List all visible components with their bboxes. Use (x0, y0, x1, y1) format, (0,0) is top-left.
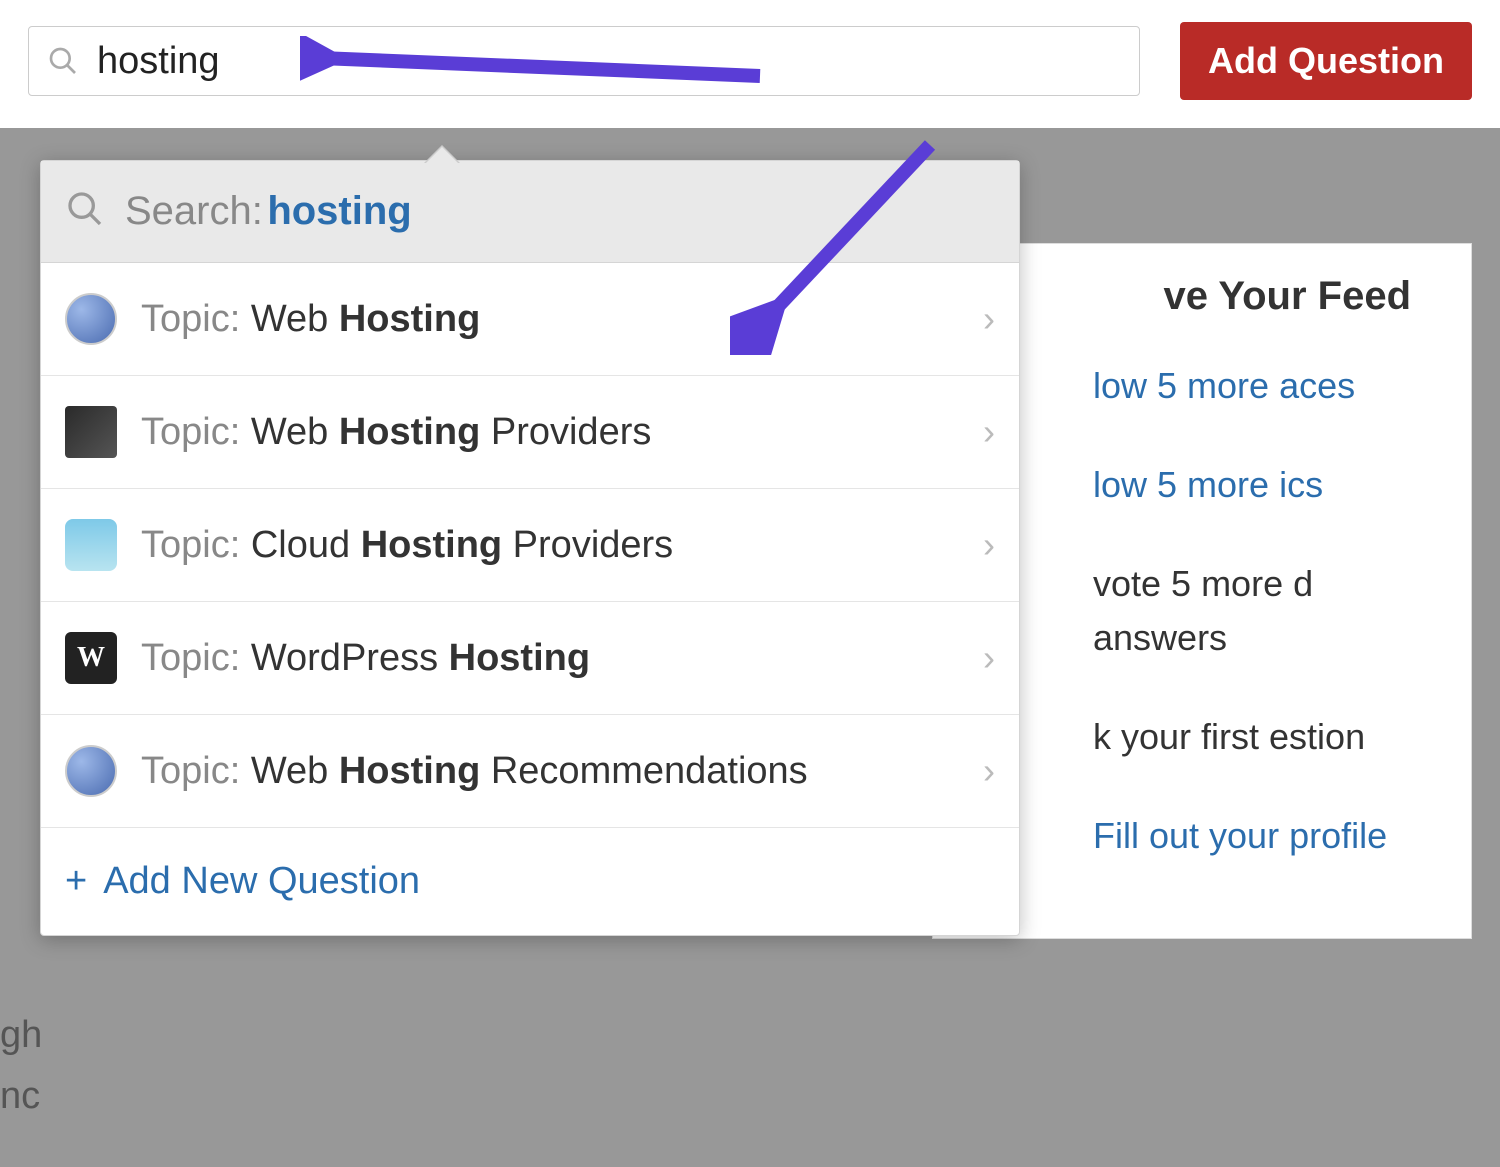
chevron-right-icon: › (983, 411, 995, 453)
sidebar-item[interactable]: low 5 more ics (973, 458, 1431, 512)
search-icon (47, 45, 79, 77)
search-container[interactable] (28, 26, 1140, 96)
topic-label: Topic: Web Hosting Recommendations (141, 750, 959, 793)
top-bar: Add Question (0, 0, 1500, 122)
server-icon (65, 406, 117, 458)
plus-icon: + (65, 860, 87, 903)
topic-label: Topic: WordPress Hosting (141, 637, 959, 680)
search-term-label: hosting (267, 189, 411, 233)
add-question-button[interactable]: Add Question (1180, 22, 1472, 100)
topic-label: Topic: Web Hosting Providers (141, 411, 959, 454)
search-prefix-label: Search: (125, 189, 263, 233)
dropdown-topic-item[interactable]: Topic: Web Hosting Providers › (41, 376, 1019, 489)
topic-label: Topic: Web Hosting (141, 298, 959, 341)
dropdown-topic-item[interactable]: W Topic: WordPress Hosting › (41, 602, 1019, 715)
dropdown-topic-item[interactable]: Topic: Web Hosting Recommendations › (41, 715, 1019, 828)
dropdown-topic-item[interactable]: Topic: Cloud Hosting Providers › (41, 489, 1019, 602)
add-new-question-label: Add New Question (103, 860, 420, 903)
improve-feed-title: ve Your Feed (973, 274, 1431, 319)
globe-icon (65, 745, 117, 797)
search-input[interactable] (97, 40, 1121, 83)
chevron-right-icon: › (983, 524, 995, 566)
topic-label: Topic: Cloud Hosting Providers (141, 524, 959, 567)
wordpress-icon: W (65, 632, 117, 684)
chevron-right-icon: › (983, 637, 995, 679)
sidebar-item[interactable]: low 5 more aces (973, 359, 1431, 413)
dropdown-topic-item[interactable]: Topic: Web Hosting › (41, 263, 1019, 376)
add-new-question-row[interactable]: + Add New Question (41, 828, 1019, 935)
chevron-right-icon: › (983, 750, 995, 792)
sidebar-item[interactable]: k your first estion (973, 710, 1431, 764)
globe-icon (65, 293, 117, 345)
search-icon (65, 189, 105, 234)
sidebar-item[interactable]: vote 5 more d answers (973, 557, 1431, 665)
chevron-right-icon: › (983, 298, 995, 340)
search-dropdown: Search: hosting Topic: Web Hosting › Top… (40, 160, 1020, 936)
sidebar-item[interactable]: Fill out your profile (973, 809, 1431, 863)
cloud-icon (65, 519, 117, 571)
dropdown-search-row[interactable]: Search: hosting (41, 161, 1019, 263)
text-fragment: gh nc (0, 1005, 42, 1127)
